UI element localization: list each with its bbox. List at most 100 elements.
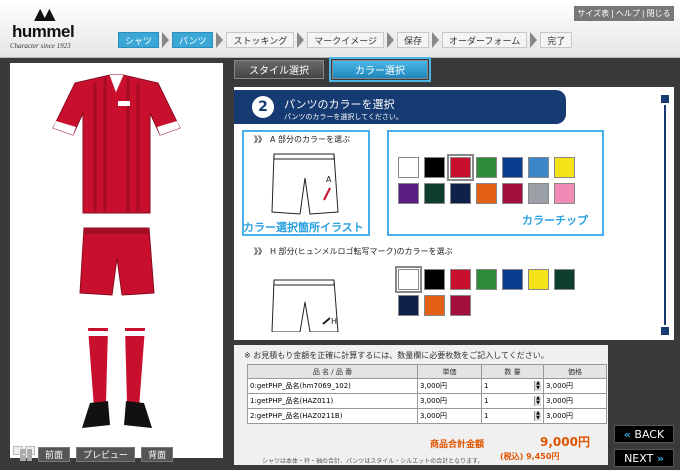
panel-scrollbar[interactable] [661, 95, 669, 335]
illust-marker-a: A [326, 175, 332, 184]
qty-stepper-icon[interactable]: ▲ ▼ [534, 381, 541, 391]
color-chip[interactable] [424, 269, 445, 290]
color-chip[interactable] [528, 157, 549, 178]
illust-marker-h: H [331, 317, 337, 326]
qty-value[interactable]: 1 [484, 382, 488, 390]
preview-nav: 前面 プレビュー 背面 [20, 447, 174, 462]
back-label: BACK [634, 427, 665, 441]
color-chip[interactable] [476, 269, 497, 290]
item-price: 3,000円 [543, 378, 607, 394]
step-shirt[interactable]: シャツ [118, 32, 160, 48]
pants-illustration-h: H [271, 279, 339, 332]
scroll-down-icon[interactable] [661, 327, 669, 335]
col-qty: 数 量 [481, 364, 544, 379]
step-arrow-icon [297, 32, 305, 48]
color-chip[interactable] [398, 183, 419, 204]
color-chip[interactable] [447, 154, 474, 181]
logo-mark-icon: ▲▲ [34, 4, 56, 23]
color-chip[interactable] [450, 183, 471, 204]
size-chart-link[interactable]: サイズ表 [576, 8, 610, 19]
scroll-track[interactable] [664, 105, 666, 325]
color-chip[interactable] [502, 183, 523, 204]
utility-links: サイズ表 | ヘルプ | 閉じる [574, 6, 674, 21]
color-chip[interactable] [554, 183, 575, 204]
color-chip[interactable] [528, 269, 549, 290]
color-chips-a [398, 154, 575, 204]
step-stocking[interactable]: ストッキング [226, 32, 295, 48]
col-price: 価格 [543, 364, 607, 379]
back-button[interactable]: « BACK [614, 425, 674, 443]
step-nav: シャツ パンツ ストッキング マークイメージ 保存 オーダーフォーム 完了 [118, 32, 573, 48]
step-order-form[interactable]: オーダーフォーム [442, 32, 528, 48]
tab-color-select[interactable]: カラー選択 [329, 57, 431, 82]
qty-value[interactable]: 1 [484, 412, 488, 420]
table-row: 1:getPHP_品名(HAZ011) 3,000円 1 ▲ ▼ 3,000円 [247, 393, 607, 409]
color-chip[interactable] [450, 269, 471, 290]
item-qty[interactable]: 1 ▲ ▼ [481, 378, 544, 394]
item-price: 3,000円 [543, 393, 607, 409]
scroll-up-icon[interactable] [661, 95, 669, 103]
price-table: 品 名 / 品 番 単価 数 量 価格 0:getPHP_品名(hm7069_1… [247, 364, 607, 424]
col-name: 品 名 / 品 番 [247, 364, 418, 379]
price-note: ※ お見積もり金額を正確に計算するには、数量欄に必要枚数をご記入してください。 [244, 351, 549, 360]
step-arrow-icon [432, 32, 440, 48]
color-chip[interactable] [450, 295, 471, 316]
section-h-marker: 》》 [254, 247, 266, 256]
item-qty[interactable]: 1 ▲ ▼ [481, 408, 544, 424]
tab-style-select[interactable]: スタイル選択 [234, 60, 324, 79]
item-name: 2:getPHP_品名(HAZ0211B) [247, 408, 418, 424]
next-button[interactable]: NEXT » [614, 449, 674, 467]
panel-title: パンツのカラーを選択 [284, 98, 395, 111]
chevron-right-icon: » [656, 451, 664, 465]
color-chips-h [395, 266, 575, 316]
close-link[interactable]: 閉じる [646, 8, 672, 19]
color-chip[interactable] [554, 269, 575, 290]
section-a-marker: 》》 [254, 135, 266, 144]
app-window: ▲▲ hummel Character since 1923 サイズ表 | ヘル… [0, 0, 680, 470]
total-with-tax: (税込) 9,450円 [500, 452, 560, 461]
price-footnote: シャツは本体・衿・袖の合計、パンツはスタイル・シルエットの合計となります。 [262, 458, 484, 465]
color-chip[interactable] [502, 157, 523, 178]
color-chip[interactable] [476, 157, 497, 178]
step-arrow-icon [162, 32, 170, 48]
step-save[interactable]: 保存 [397, 32, 430, 48]
step-pants[interactable]: パンツ [172, 32, 214, 48]
color-chip[interactable] [395, 266, 422, 293]
preview-button[interactable]: プレビュー [76, 447, 136, 462]
color-chip[interactable] [424, 157, 445, 178]
color-chip[interactable] [398, 157, 419, 178]
selection-tabs: スタイル選択 カラー選択 [234, 57, 431, 82]
illustration-callout: カラー選択箇所イラスト [243, 221, 364, 234]
section-h-label: 》》 H 部分(ヒュンメルロゴ転写マーク)のカラーを選ぶ [254, 246, 453, 257]
color-chip[interactable] [424, 183, 445, 204]
col-unit: 単価 [417, 364, 482, 379]
brand-logo: ▲▲ hummel Character since 1923 [10, 4, 80, 54]
qty-stepper-icon[interactable]: ▲ ▼ [534, 411, 541, 421]
uniform-illustration [52, 74, 181, 428]
item-unit: 3,000円 [417, 378, 482, 394]
item-unit: 3,000円 [417, 408, 482, 424]
step-arrow-icon [530, 32, 538, 48]
item-name: 1:getPHP_品名(HAZ011) [247, 393, 418, 409]
color-chip[interactable] [554, 157, 575, 178]
section-a-text: A 部分のカラーを選ぶ [270, 135, 351, 144]
pants-illustration-a: A [271, 153, 339, 215]
color-chip[interactable] [502, 269, 523, 290]
color-chip[interactable] [528, 183, 549, 204]
chevron-left-icon: « [623, 427, 631, 441]
front-view-button[interactable]: 前面 [38, 447, 71, 462]
step-number: 2 [252, 96, 274, 118]
item-qty[interactable]: 1 ▲ ▼ [481, 393, 544, 409]
step-complete[interactable]: 完了 [540, 32, 573, 48]
color-chip[interactable] [398, 295, 419, 316]
qty-value[interactable]: 1 [484, 397, 488, 405]
table-row: 2:getPHP_品名(HAZ0211B) 3,000円 1 ▲ ▼ 3,000円 [247, 408, 607, 424]
back-view-button[interactable]: 背面 [141, 447, 174, 462]
color-chip[interactable] [424, 295, 445, 316]
color-chip[interactable] [476, 183, 497, 204]
qty-stepper-icon[interactable]: ▲ ▼ [534, 396, 541, 406]
step-mark-image[interactable]: マークイメージ [307, 32, 385, 48]
help-link[interactable]: ヘルプ [615, 8, 641, 19]
chip-callout: カラーチップ [522, 214, 588, 227]
brand-tagline: Character since 1923 [10, 42, 71, 50]
